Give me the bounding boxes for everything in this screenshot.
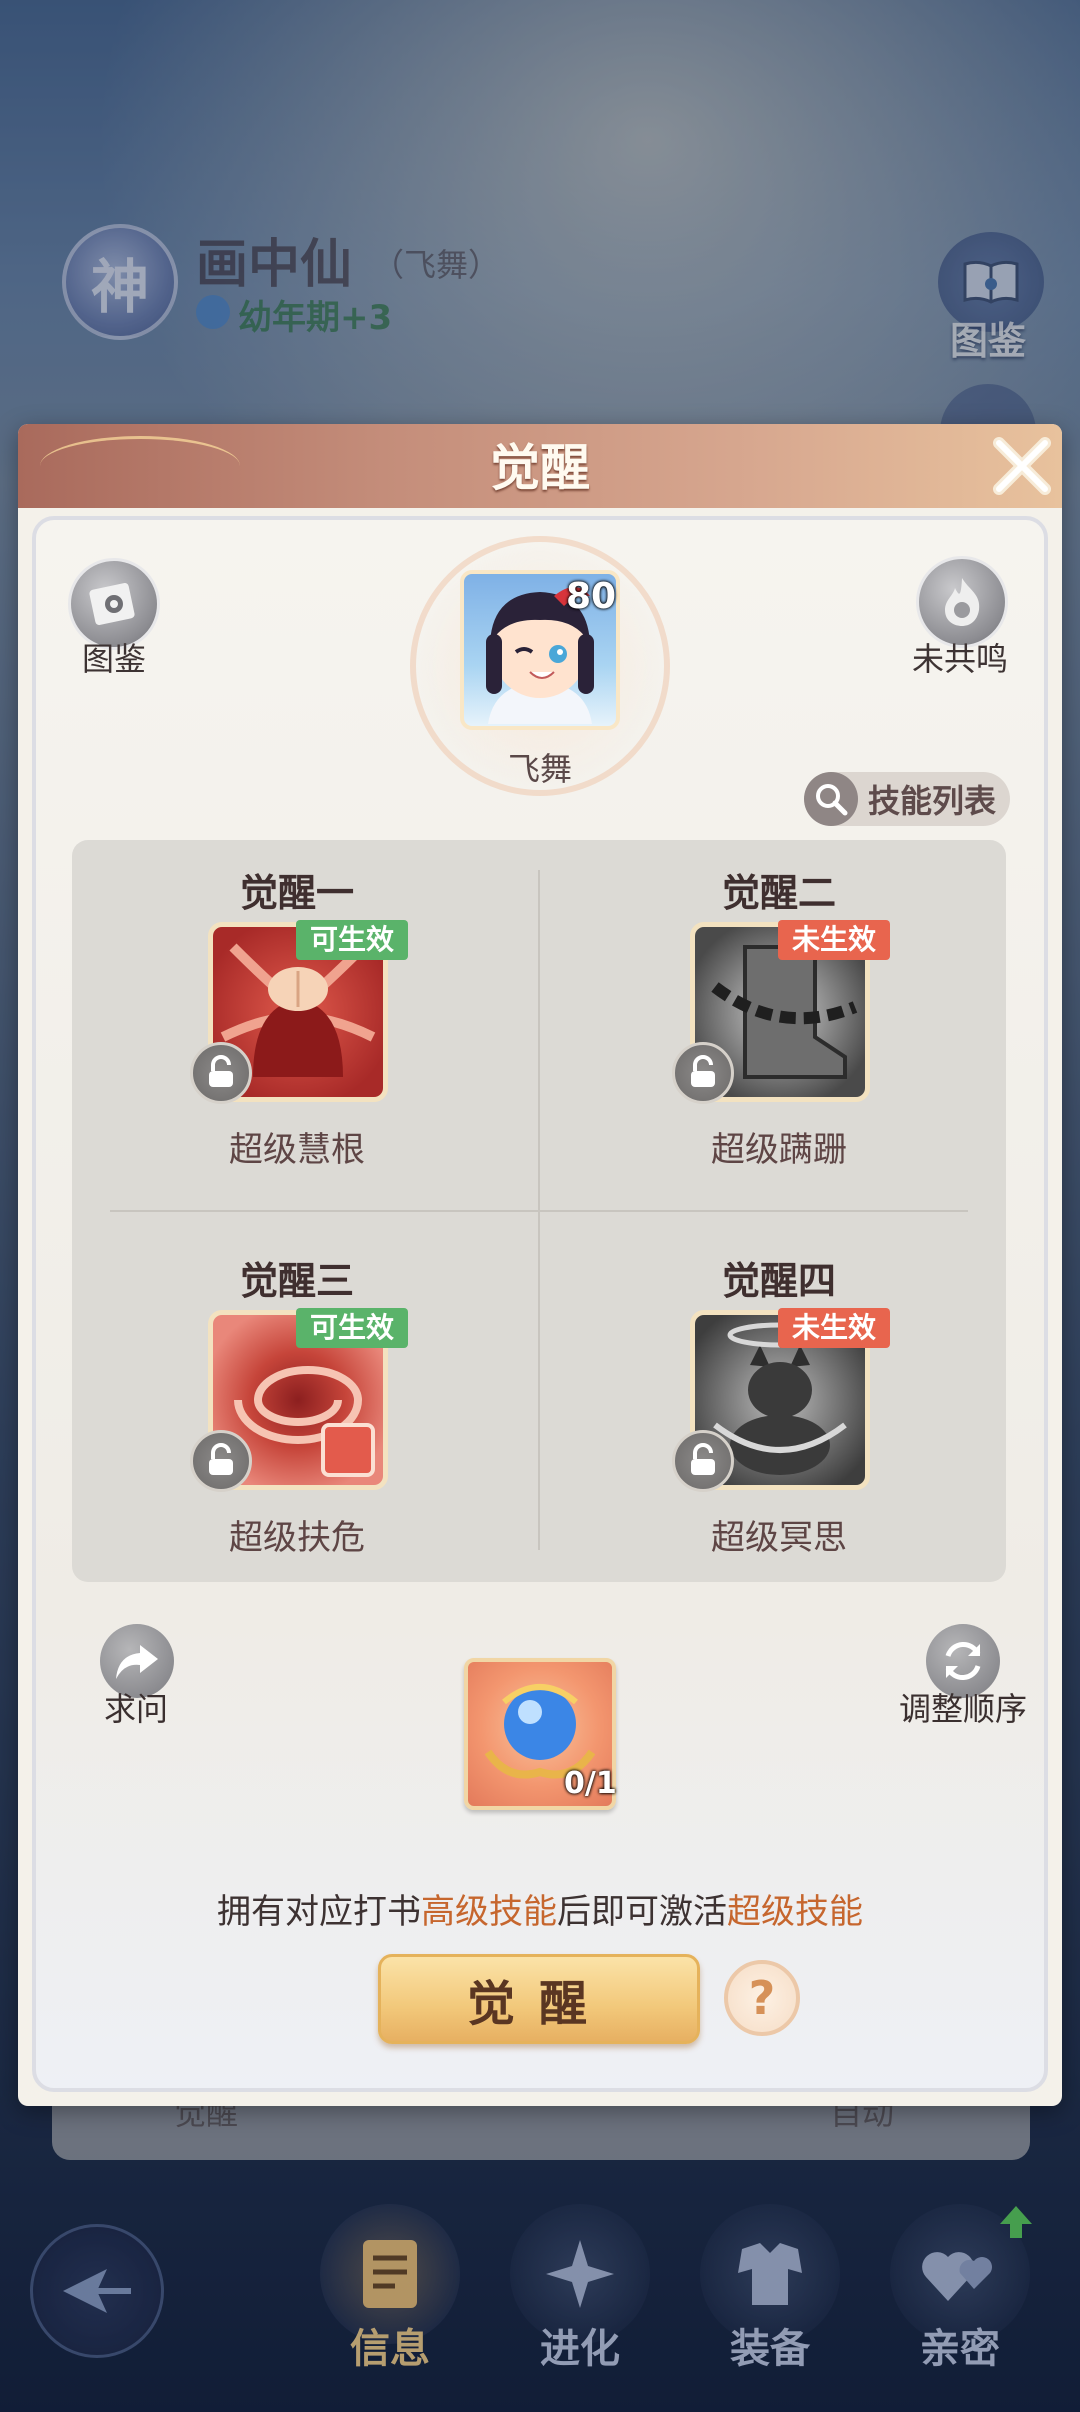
ask-label: 求问: [103, 1690, 168, 1728]
slot-skill-name: 超级冥思: [711, 1518, 847, 1558]
refresh-icon: [945, 1642, 981, 1680]
hint-highlight-super: 超级技能: [727, 1892, 863, 1932]
pet-level: 80: [566, 576, 617, 617]
slot-title: 觉醒四: [721, 1259, 836, 1303]
unlock-icon: [190, 1042, 252, 1104]
awaken-slot-4[interactable]: 觉醒四 未生效 超级冥思: [538, 1250, 1020, 1570]
pet-avatar-name: 飞舞: [507, 750, 572, 788]
resonance-label: 未共鸣: [911, 640, 1008, 678]
slot-title: 觉醒三: [239, 1259, 354, 1303]
dialog-title: 觉醒: [490, 438, 590, 497]
search-icon: [804, 772, 858, 826]
close-button[interactable]: [984, 428, 1060, 504]
hint-middle: 后即可激活: [557, 1892, 727, 1932]
dex-button-label: 图鉴: [81, 640, 146, 678]
picture-book-icon: [89, 582, 135, 626]
share-arrow-icon: [116, 1645, 158, 1679]
slot-status-badge: 未生效: [778, 920, 891, 960]
grid-divider-horizontal: [110, 1210, 968, 1212]
unlock-icon: [672, 1042, 734, 1104]
unlock-icon: [672, 1430, 734, 1492]
slot-title: 觉醒二: [721, 871, 836, 915]
slot-status-badge: 可生效: [296, 1308, 409, 1348]
skill-list-button[interactable]: 技能列表: [804, 772, 1010, 826]
flame-icon: [945, 578, 980, 626]
slot-skill-name: 超级扶危: [229, 1518, 365, 1558]
reorder-label: 调整顺序: [898, 1690, 1027, 1728]
awaken-slot-1[interactable]: 觉醒一 可生效 超级慧根: [56, 862, 538, 1182]
slot-skill-name: 超级蹒跚: [711, 1130, 847, 1170]
slot-status-badge: 未生效: [778, 1308, 891, 1348]
hint-prefix: 拥有对应打书: [217, 1892, 421, 1932]
slot-title: 觉醒一: [239, 871, 354, 915]
slot-skill-name: 超级慧根: [229, 1130, 365, 1170]
slot-status-badge: 可生效: [296, 920, 409, 960]
awaken-slot-3[interactable]: 觉醒三 可生效 超级扶危: [56, 1250, 538, 1570]
awaken-slot-2[interactable]: 觉醒二 未生效 超级蹒跚: [538, 862, 1020, 1182]
unlock-icon: [190, 1430, 252, 1492]
hint-highlight-advanced: 高级技能: [421, 1892, 557, 1932]
close-icon: [993, 437, 1051, 495]
awaken-hint: 拥有对应打书高级技能后即可激活超级技能: [0, 1884, 1080, 1933]
skill-list-label: 技能列表: [868, 782, 997, 820]
item-count: 0/1: [564, 1766, 617, 1801]
awaken-button[interactable]: 觉醒: [378, 1954, 700, 2044]
help-button[interactable]: ?: [724, 1960, 800, 2036]
